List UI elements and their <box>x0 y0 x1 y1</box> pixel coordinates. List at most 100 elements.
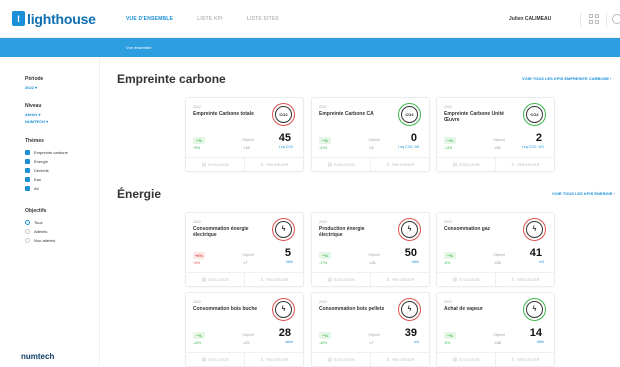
par-atelier-button[interactable]: ♙ PAR ATELIER <box>244 273 303 286</box>
chart-icon: ▤ <box>201 276 207 283</box>
evolution-button[interactable]: ▤ ÉVOLUTION <box>186 273 244 286</box>
kpi-status-ring: ϟ <box>398 218 421 241</box>
theme-checkbox-energie[interactable]: Énergie <box>25 159 48 164</box>
objectif-radio-non-atteints[interactable]: Non atteints <box>25 238 55 243</box>
kpi-card[interactable]: 2022 Empreinte Carbone totale CO2 −% +5% Obje… <box>185 97 304 172</box>
evolution-button[interactable]: ▤ ÉVOLUTION <box>312 158 370 171</box>
objective-value: <20 <box>494 145 501 150</box>
par-atelier-button[interactable]: ♙ PAR ATELIER <box>244 158 303 171</box>
checkbox-checked-icon <box>25 186 30 191</box>
user-name[interactable]: Julien CALIMEAU <box>509 16 551 22</box>
nav-tabs: VUE D'ENSEMBLE LISTE KPI LISTE SITES <box>126 16 303 22</box>
kpi-value: 41 <box>529 247 542 259</box>
evolution-button[interactable]: ▤ ÉVOLUTION <box>437 273 495 286</box>
par-atelier-button[interactable]: ♙ PAR ATELIER <box>495 273 554 286</box>
objective-value: <21 <box>369 260 376 265</box>
theme-checkbox-dechets[interactable]: Déchets <box>25 168 49 173</box>
trend-badge: −% <box>444 137 456 144</box>
kpi-status-ring: CO2 <box>523 103 546 126</box>
kpi-card[interactable]: 2022 Empreinte Carbone Unité Œuvre CO2 −% -1… <box>436 97 555 172</box>
par-atelier-button[interactable]: ♙ PAR ATELIER <box>495 158 554 171</box>
kpi-unit: t eq CO2 / UO <box>521 145 544 149</box>
par-atelier-button[interactable]: ♙ PAR ATELIER <box>370 353 429 366</box>
evolution-button[interactable]: ▤ ÉVOLUTION <box>186 353 244 366</box>
trend-badge: −% <box>319 252 331 259</box>
objectif-radio-tous[interactable]: Tous <box>25 220 42 225</box>
kpi-year: 2022 <box>319 220 327 224</box>
link-all-kpis-empreinte[interactable]: VOIR TOUS LES KPIS EMPREINTE CARBONE › <box>522 76 612 81</box>
chart-icon: ▤ <box>452 161 458 168</box>
toolbar-divider <box>606 13 607 27</box>
trend-percent: -6% <box>444 261 451 265</box>
objective-value: <25 <box>494 260 501 265</box>
evolution-button[interactable]: ▤ ÉVOLUTION <box>186 158 244 171</box>
tab-liste-sites[interactable]: LISTE SITES <box>247 16 279 22</box>
kpi-title: Production énergie électrique <box>319 226 365 238</box>
kpi-card[interactable]: 2022 Consommation bois pellets ϟ −% -40% Obje… <box>311 292 430 367</box>
kpi-status-ring: ϟ <box>272 298 295 321</box>
lightning-icon: ϟ <box>401 301 418 318</box>
co2-icon: CO2 <box>526 106 543 123</box>
chart-icon: ▤ <box>452 356 458 363</box>
kpi-card-footer: ▤ ÉVOLUTION ♙ PAR ATELIER <box>312 157 429 171</box>
kpi-value: 45 <box>278 132 291 144</box>
trend-badge: −% <box>193 332 205 339</box>
niveau-select[interactable]: Atelier ▾ <box>25 112 41 117</box>
objective-label: Objectif <box>368 253 380 257</box>
trend-percent: -40% <box>319 341 328 345</box>
co2-icon: CO2 <box>275 106 292 123</box>
trend-percent: -10% <box>193 341 202 345</box>
par-atelier-button[interactable]: ♙ PAR ATELIER <box>370 158 429 171</box>
lighthouse-logo-icon: l <box>12 11 25 26</box>
par-atelier-button[interactable]: ♙ PAR ATELIER <box>495 353 554 366</box>
user-icon: ♙ <box>385 161 391 168</box>
kpi-year: 2022 <box>444 105 452 109</box>
kpi-year: 2022 <box>319 300 327 304</box>
objectifs-label: Objectifs <box>25 208 47 214</box>
app-logo[interactable]: l lighthouse <box>12 11 112 27</box>
kpi-card[interactable]: 2022 Consommation énergie électrique ϟ +6% +… <box>185 212 304 287</box>
tab-vue-ensemble[interactable]: VUE D'ENSEMBLE <box>126 16 173 22</box>
objective-label: Objectif <box>368 333 380 337</box>
theme-checkbox-empreinte[interactable]: Empreinte carbone <box>25 150 68 155</box>
kpi-card-footer: ▤ ÉVOLUTION ♙ PAR ATELIER <box>312 352 429 366</box>
kpi-card[interactable]: 2022 Achat de vapeur ϟ −% -5% Objectif <28 14 kW… <box>436 292 555 367</box>
par-atelier-button[interactable]: ♙ PAR ATELIER <box>370 273 429 286</box>
kpi-status-ring: ϟ <box>523 298 546 321</box>
apps-grid-icon[interactable] <box>589 14 599 24</box>
lightning-icon: ϟ <box>275 301 292 318</box>
user-icon: ♙ <box>385 356 391 363</box>
kpi-card[interactable]: 2022 Consommation bois buche ϟ −% -10% Object… <box>185 292 304 367</box>
trend-percent: -21% <box>319 146 328 150</box>
link-all-kpis-energie[interactable]: VOIR TOUS LES KPIS ÉNERGIE › <box>552 191 615 196</box>
objectif-radio-atteints[interactable]: Atteints <box>25 229 47 234</box>
kpi-unit: kWh <box>537 340 544 344</box>
kpi-value: 39 <box>404 327 417 339</box>
kpi-card[interactable]: 2022 Consommation gaz ϟ −% -6% Objectif <25 41 m… <box>436 212 555 287</box>
user-icon: ♙ <box>510 356 516 363</box>
evolution-button[interactable]: ▤ ÉVOLUTION <box>437 353 495 366</box>
user-icon: ♙ <box>385 276 391 283</box>
periode-select[interactable]: 2022 ▾ <box>25 85 37 90</box>
checkbox-checked-icon <box>25 150 30 155</box>
objective-label: Objectif <box>242 253 254 257</box>
kpi-card-footer: ▤ ÉVOLUTION ♙ PAR ATELIER <box>186 352 303 366</box>
radio-icon <box>25 229 30 234</box>
account-icon[interactable] <box>612 14 620 24</box>
evolution-button[interactable]: ▤ ÉVOLUTION <box>437 158 495 171</box>
radio-selected-icon <box>25 220 30 225</box>
kpi-card[interactable]: 2022 Production énergie électrique ϟ −% -17%… <box>311 212 430 287</box>
chart-icon: ▤ <box>201 356 207 363</box>
par-atelier-button[interactable]: ♙ PAR ATELIER <box>244 353 303 366</box>
niveau-site-select[interactable]: NUMTECH ▾ <box>25 119 48 124</box>
kpi-value: 50 <box>404 247 417 259</box>
evolution-button[interactable]: ▤ ÉVOLUTION <box>312 353 370 366</box>
kpi-card[interactable]: 2022 Empreinte Carbone CA CO2 −% -21% Objecti… <box>311 97 430 172</box>
evolution-button[interactable]: ▤ ÉVOLUTION <box>312 273 370 286</box>
tab-liste-kpi[interactable]: LISTE KPI <box>197 16 223 22</box>
theme-checkbox-air[interactable]: Air <box>25 186 39 191</box>
trend-badge: −% <box>444 252 456 259</box>
trend-percent: -17% <box>319 261 328 265</box>
theme-checkbox-eau[interactable]: Eau <box>25 177 41 182</box>
kpi-status-ring: ϟ <box>272 218 295 241</box>
